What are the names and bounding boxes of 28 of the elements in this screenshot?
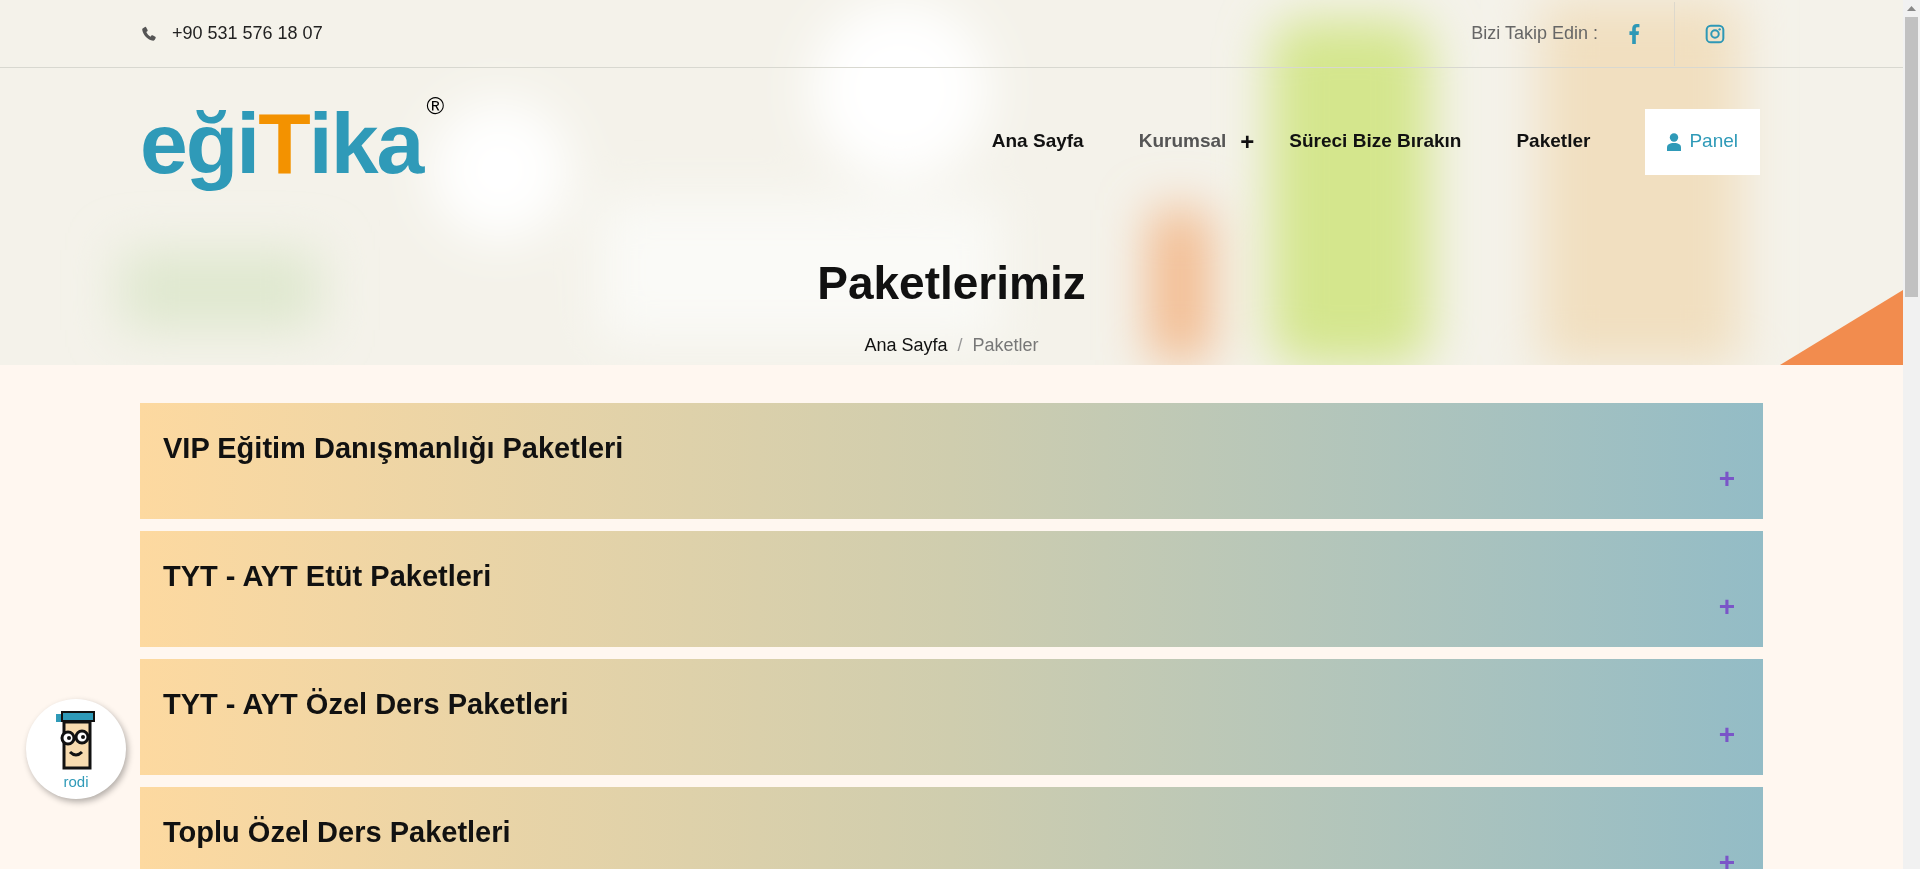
scroll-thumb[interactable] — [1905, 17, 1918, 297]
nav-link[interactable]: Süreci Bize Bırakın — [1289, 127, 1462, 156]
instagram-icon[interactable] — [1705, 23, 1725, 44]
user-icon — [1667, 132, 1682, 151]
scrollbar[interactable] — [1903, 0, 1920, 869]
package-accordion[interactable]: TYT - AYT Etüt Paketleri + — [140, 531, 1763, 647]
package-accordion[interactable]: Toplu Özel Ders Paketleri + — [140, 787, 1763, 869]
phone-number: +90 531 576 18 07 — [172, 22, 323, 45]
nav-link[interactable]: Ana Sayfa — [991, 127, 1084, 156]
submenu-toggle[interactable]: + — [1240, 123, 1255, 160]
package-title: TYT - AYT Özel Ders Paketleri — [163, 687, 569, 722]
page-title: Paketlerimiz — [817, 260, 1086, 306]
scroll-up-icon[interactable] — [1907, 5, 1916, 11]
package-title: TYT - AYT Etüt Paketleri — [163, 559, 492, 594]
widget-label: rodi — [63, 773, 89, 789]
logo[interactable]: eğiTika® — [140, 91, 443, 196]
nav-link[interactable]: Kurumsal — [1138, 127, 1227, 156]
breadcrumb-separator: / — [957, 334, 963, 357]
package-accordion[interactable]: TYT - AYT Özel Ders Paketleri + — [140, 659, 1763, 775]
package-title: VIP Eğitim Danışmanlığı Paketleri — [163, 431, 624, 466]
nav-link[interactable]: Paketler — [1516, 127, 1591, 156]
breadcrumb-link[interactable]: Ana Sayfa — [864, 332, 948, 359]
breadcrumb-current: Paketler — [972, 334, 1039, 357]
facebook-icon[interactable] — [1628, 23, 1640, 44]
follow-label: Bizi Takip Edin : — [1471, 22, 1598, 45]
package-title: Toplu Özel Ders Paketleri — [163, 815, 511, 850]
phone-icon — [140, 24, 158, 43]
package-accordion[interactable]: VIP Eğitim Danışmanlığı Paketleri + — [140, 403, 1763, 519]
